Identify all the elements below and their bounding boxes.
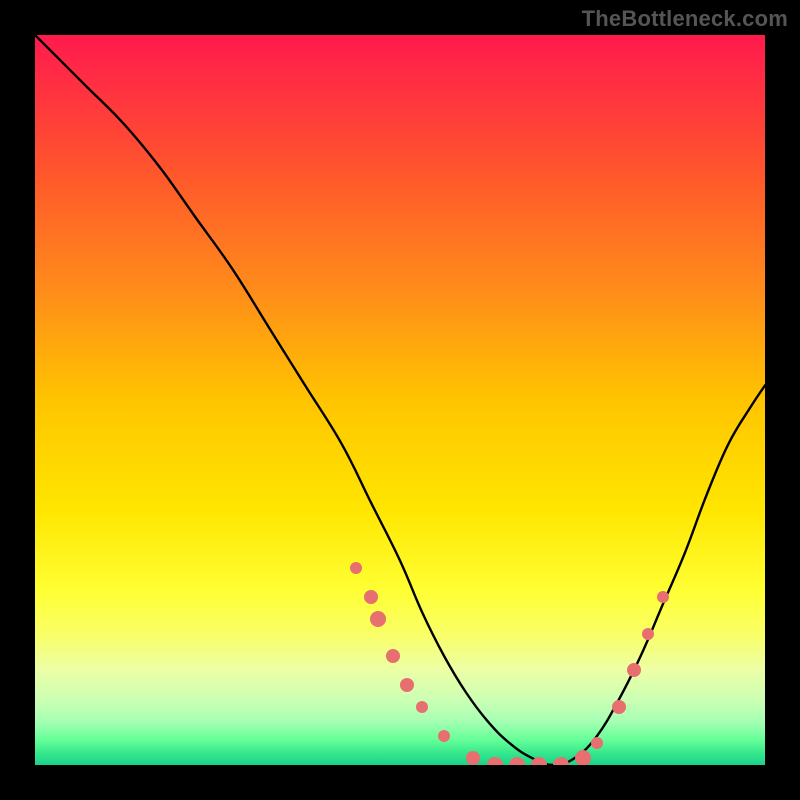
data-point <box>466 751 480 765</box>
chart-frame: TheBottleneck.com <box>0 0 800 800</box>
data-point <box>575 750 591 765</box>
data-point <box>591 737 603 749</box>
plot-area <box>35 35 765 765</box>
watermark-text: TheBottleneck.com <box>582 6 788 32</box>
data-point <box>627 663 641 677</box>
data-point <box>386 649 400 663</box>
data-point <box>370 611 386 627</box>
data-point <box>612 700 626 714</box>
data-point <box>642 628 654 640</box>
data-point <box>438 730 450 742</box>
gradient-background <box>35 35 765 765</box>
data-point <box>350 562 362 574</box>
data-point <box>364 590 378 604</box>
data-point <box>416 701 428 713</box>
data-point <box>400 678 414 692</box>
data-point <box>657 591 669 603</box>
